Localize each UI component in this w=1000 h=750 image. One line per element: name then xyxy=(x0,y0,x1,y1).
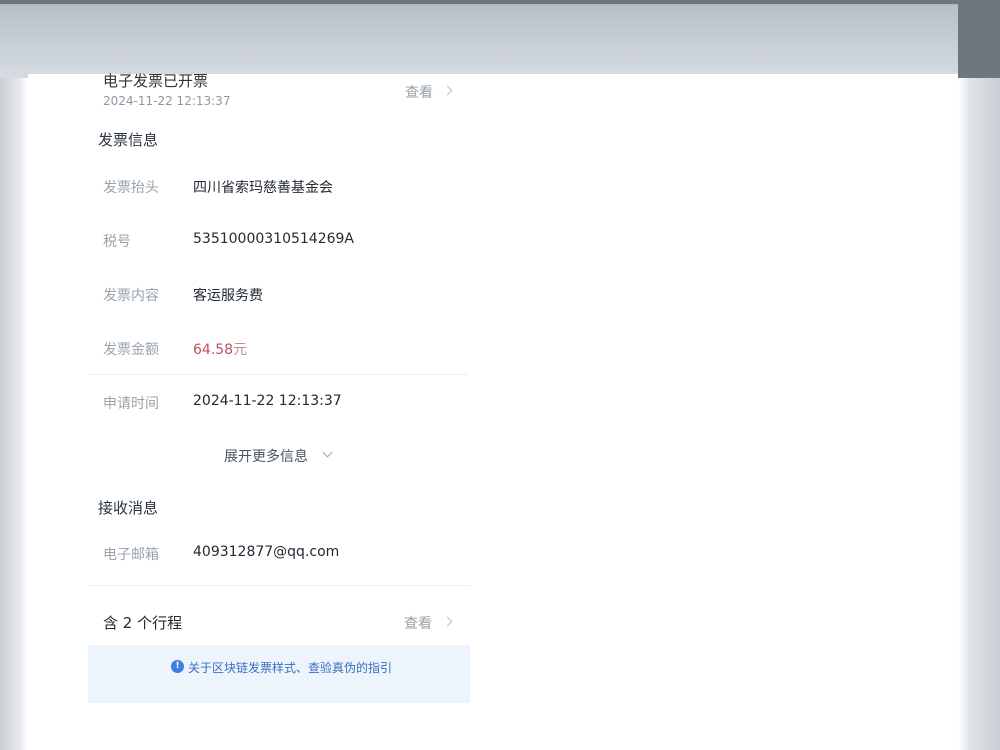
view-trips-link[interactable]: 查看 xyxy=(404,613,432,633)
status-title: 电子发票已开票 xyxy=(103,72,209,90)
scanner-right-shadow xyxy=(958,78,1000,750)
section-title-receive-info: 接收消息 xyxy=(98,499,159,517)
scanner-top-edge xyxy=(0,0,1000,4)
label-email: 电子邮箱 xyxy=(103,547,159,563)
value-email: 409312877@qq.com xyxy=(193,544,340,560)
label-tax-number: 税号 xyxy=(103,234,131,250)
value-tax-number: 53510000310514269A xyxy=(193,231,354,247)
label-invoice-content: 发票内容 xyxy=(103,288,159,304)
divider xyxy=(88,585,470,586)
label-invoice-header: 发票抬头 xyxy=(103,180,159,196)
label-invoice-amount: 发票金额 xyxy=(103,342,159,358)
expand-more-button[interactable]: 展开更多信息 xyxy=(224,446,308,466)
view-invoice-link[interactable]: 查看 xyxy=(405,82,433,102)
amount-unit: 元 xyxy=(233,342,248,358)
divider xyxy=(88,374,468,375)
value-invoice-amount: 64.58元 xyxy=(193,339,247,359)
value-apply-time: 2024-11-22 12:13:37 xyxy=(193,393,342,409)
scanner-corner xyxy=(958,0,1000,78)
scanner-left-shadow xyxy=(0,78,28,750)
value-invoice-header: 四川省索玛慈善基金会 xyxy=(193,180,333,196)
info-icon: ! xyxy=(171,660,184,673)
section-title-invoice-info: 发票信息 xyxy=(98,131,159,149)
trips-title: 含 2 个行程 xyxy=(103,614,183,632)
blockchain-guide-link[interactable]: 关于区块链发票样式、查验真伪的指引 xyxy=(188,659,392,676)
status-time: 2024-11-22 12:13:37 xyxy=(103,94,231,108)
value-invoice-content: 客运服务费 xyxy=(193,288,263,304)
label-apply-time: 申请时间 xyxy=(103,396,159,412)
amount-number: 64.58 xyxy=(193,342,234,358)
scanner-top-shadow xyxy=(0,0,1000,78)
